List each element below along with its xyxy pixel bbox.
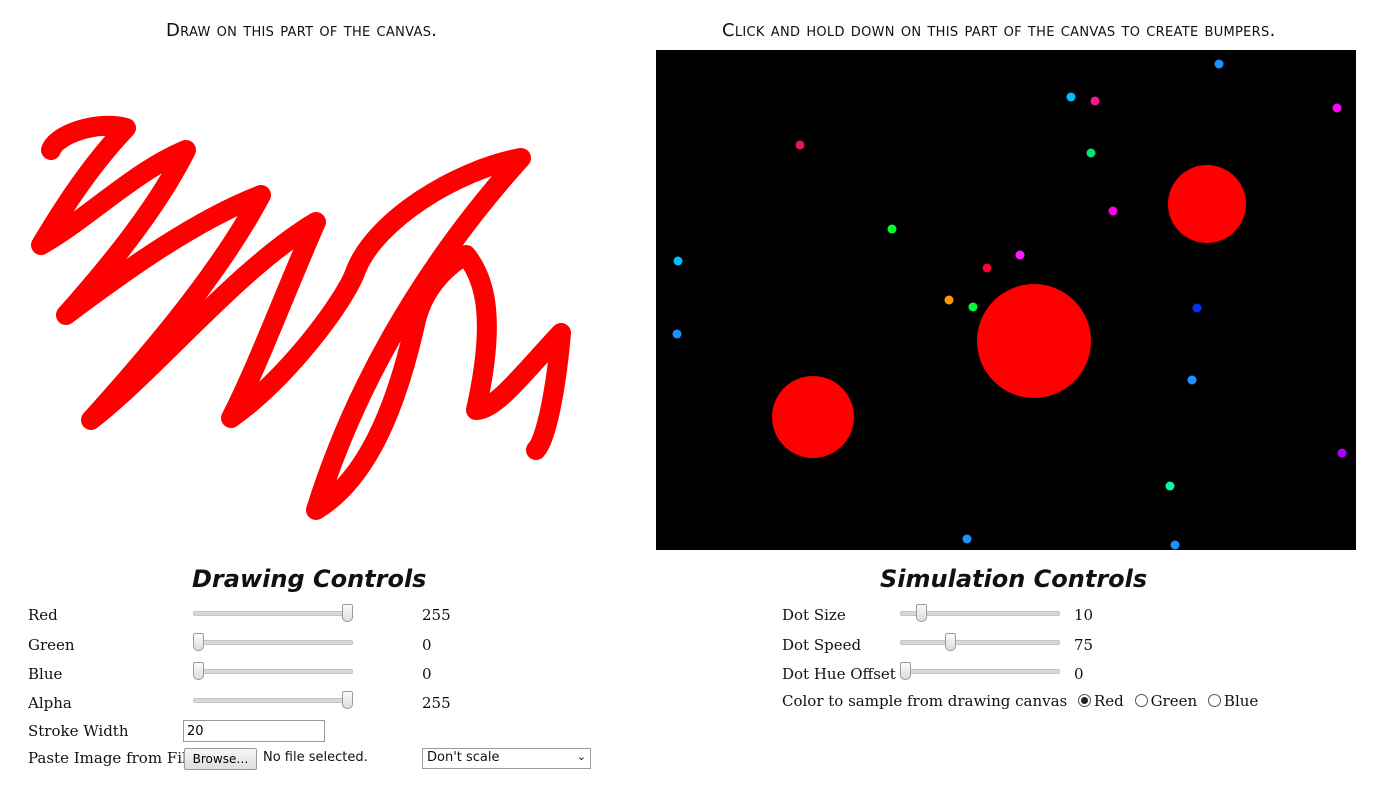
dot (1066, 92, 1076, 102)
drawing-canvas[interactable] (16, 50, 636, 550)
radio-circle[interactable] (1207, 694, 1221, 707)
dot (1214, 59, 1224, 69)
dot-size-label: Dot Size (782, 606, 846, 624)
dot-size-value: 10 (1074, 606, 1094, 624)
bumper (772, 376, 854, 458)
slider-thumb[interactable] (341, 604, 353, 622)
green-label: Green (28, 636, 75, 654)
slider-thumb[interactable] (192, 662, 204, 680)
dot (1108, 206, 1118, 216)
radio-blue[interactable]: Blue (1207, 692, 1259, 710)
simulation-controls-title: Simulation Controls (880, 565, 1148, 593)
blue-slider[interactable] (192, 662, 353, 680)
dot-size-slider[interactable] (900, 604, 1060, 622)
slider-thumb[interactable] (341, 691, 353, 709)
dot (1332, 103, 1342, 113)
dot (968, 302, 978, 312)
slider-thumb[interactable] (899, 662, 911, 680)
drawn-stroke (31, 115, 571, 520)
dot (672, 329, 682, 339)
red-slider[interactable] (193, 604, 353, 622)
drawing-controls-title: Drawing Controls (192, 565, 427, 593)
dot-hue-offset-label: Dot Hue Offset (782, 665, 896, 683)
simulation-canvas[interactable] (656, 50, 1356, 550)
slider-thumb[interactable] (944, 633, 956, 651)
color-sample-radio-group: Red Green Blue (1078, 692, 1264, 710)
alpha-slider[interactable] (193, 691, 353, 709)
slider-track (193, 669, 353, 674)
color-sample-label: Color to sample from drawing canvas (782, 692, 1068, 710)
browse-button[interactable]: Browse… (184, 748, 257, 770)
scale-select[interactable]: Don't scale ⌄ (422, 748, 591, 769)
slider-thumb[interactable] (915, 604, 927, 622)
green-value: 0 (422, 636, 432, 654)
green-slider[interactable] (192, 633, 353, 651)
dot (1337, 448, 1347, 458)
stroke-width-input[interactable] (183, 720, 325, 742)
slider-track (900, 640, 1060, 645)
blue-value: 0 (422, 665, 432, 683)
slider-track (193, 698, 353, 703)
dot (887, 224, 897, 234)
slider-thumb[interactable] (192, 633, 204, 651)
alpha-label: Alpha (28, 694, 72, 712)
scale-select-value: Don't scale (427, 750, 500, 765)
blue-label: Blue (28, 665, 63, 683)
drawing-canvas-heading: Draw on this part of the canvas. (166, 20, 438, 41)
slider-track (193, 640, 353, 645)
dot (795, 140, 805, 150)
radio-circle[interactable] (1078, 694, 1091, 707)
alpha-value: 255 (422, 694, 451, 712)
dot-speed-label: Dot Speed (782, 636, 862, 654)
radio-green-label: Green (1150, 692, 1198, 710)
radio-green[interactable]: Green (1134, 692, 1198, 710)
bumper (977, 284, 1091, 398)
slider-track (900, 669, 1060, 674)
dot (1086, 148, 1096, 158)
radio-circle[interactable] (1134, 694, 1148, 707)
chevron-down-icon: ⌄ (576, 750, 586, 763)
dot (1187, 375, 1197, 385)
radio-red[interactable]: Red (1078, 692, 1124, 710)
file-status: No file selected. (263, 750, 368, 765)
red-value: 255 (422, 606, 451, 624)
dot (1165, 481, 1175, 491)
dot (944, 295, 954, 305)
dot-speed-slider[interactable] (900, 633, 1060, 651)
dot-hue-offset-value: 0 (1074, 665, 1084, 683)
dot (1170, 540, 1180, 550)
stroke-width-label: Stroke Width (28, 722, 129, 740)
dot (1015, 250, 1025, 260)
dot (982, 263, 992, 273)
red-label: Red (28, 606, 58, 624)
radio-red-label: Red (1094, 692, 1124, 710)
paste-image-label: Paste Image from File (28, 749, 196, 767)
dot (962, 534, 972, 544)
dot (673, 256, 683, 266)
radio-blue-label: Blue (1223, 692, 1259, 710)
bumper (1168, 165, 1246, 243)
dot-hue-offset-slider[interactable] (899, 662, 1060, 680)
dot (1090, 96, 1100, 106)
dot-speed-value: 75 (1074, 636, 1094, 654)
simulation-canvas-heading: Click and hold down on this part of the … (722, 20, 1276, 41)
slider-track (193, 611, 353, 616)
dot (1192, 303, 1202, 313)
